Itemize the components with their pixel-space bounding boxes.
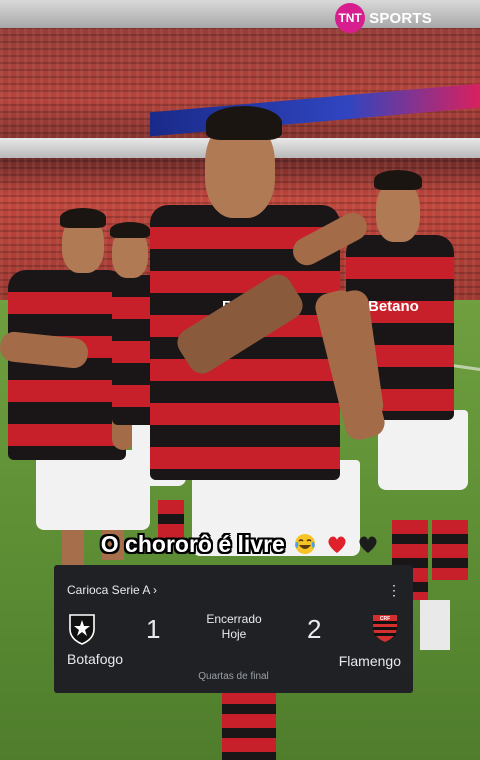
caption-text: O chororô é livre — [100, 531, 285, 557]
match-score-card[interactable]: Carioca Serie A › ⋮ Botafogo 1 Encerrado… — [54, 565, 413, 693]
botafogo-crest-icon — [69, 614, 95, 645]
away-score: 2 — [307, 614, 322, 644]
home-score: 1 — [146, 614, 161, 644]
red-heart-emoji — [328, 536, 346, 553]
match-stage: Quartas de final — [198, 671, 269, 682]
more-vertical-icon[interactable]: ⋮ — [387, 583, 401, 597]
league-link[interactable]: Carioca Serie A › — [67, 583, 157, 597]
black-heart-emoji — [359, 536, 377, 553]
jersey-sponsor-right: Betano — [368, 298, 419, 315]
match-date: Hoje — [221, 627, 247, 641]
sports-wordmark: SPORTS — [369, 9, 432, 27]
flamengo-crest-icon: CRF — [373, 615, 397, 642]
svg-text:CRF: CRF — [380, 616, 390, 622]
match-status: Encerrado Hoje — [194, 612, 274, 642]
tears-of-joy-emoji — [295, 534, 316, 554]
caption: O chororô é livre — [0, 531, 480, 558]
home-team-name[interactable]: Botafogo — [67, 651, 123, 667]
tnt-sports-logo: TNT SPORTS — [335, 3, 432, 33]
status-text: Encerrado — [206, 612, 262, 626]
away-team-name[interactable]: Flamengo — [339, 653, 401, 669]
tnt-badge: TNT — [335, 3, 366, 33]
